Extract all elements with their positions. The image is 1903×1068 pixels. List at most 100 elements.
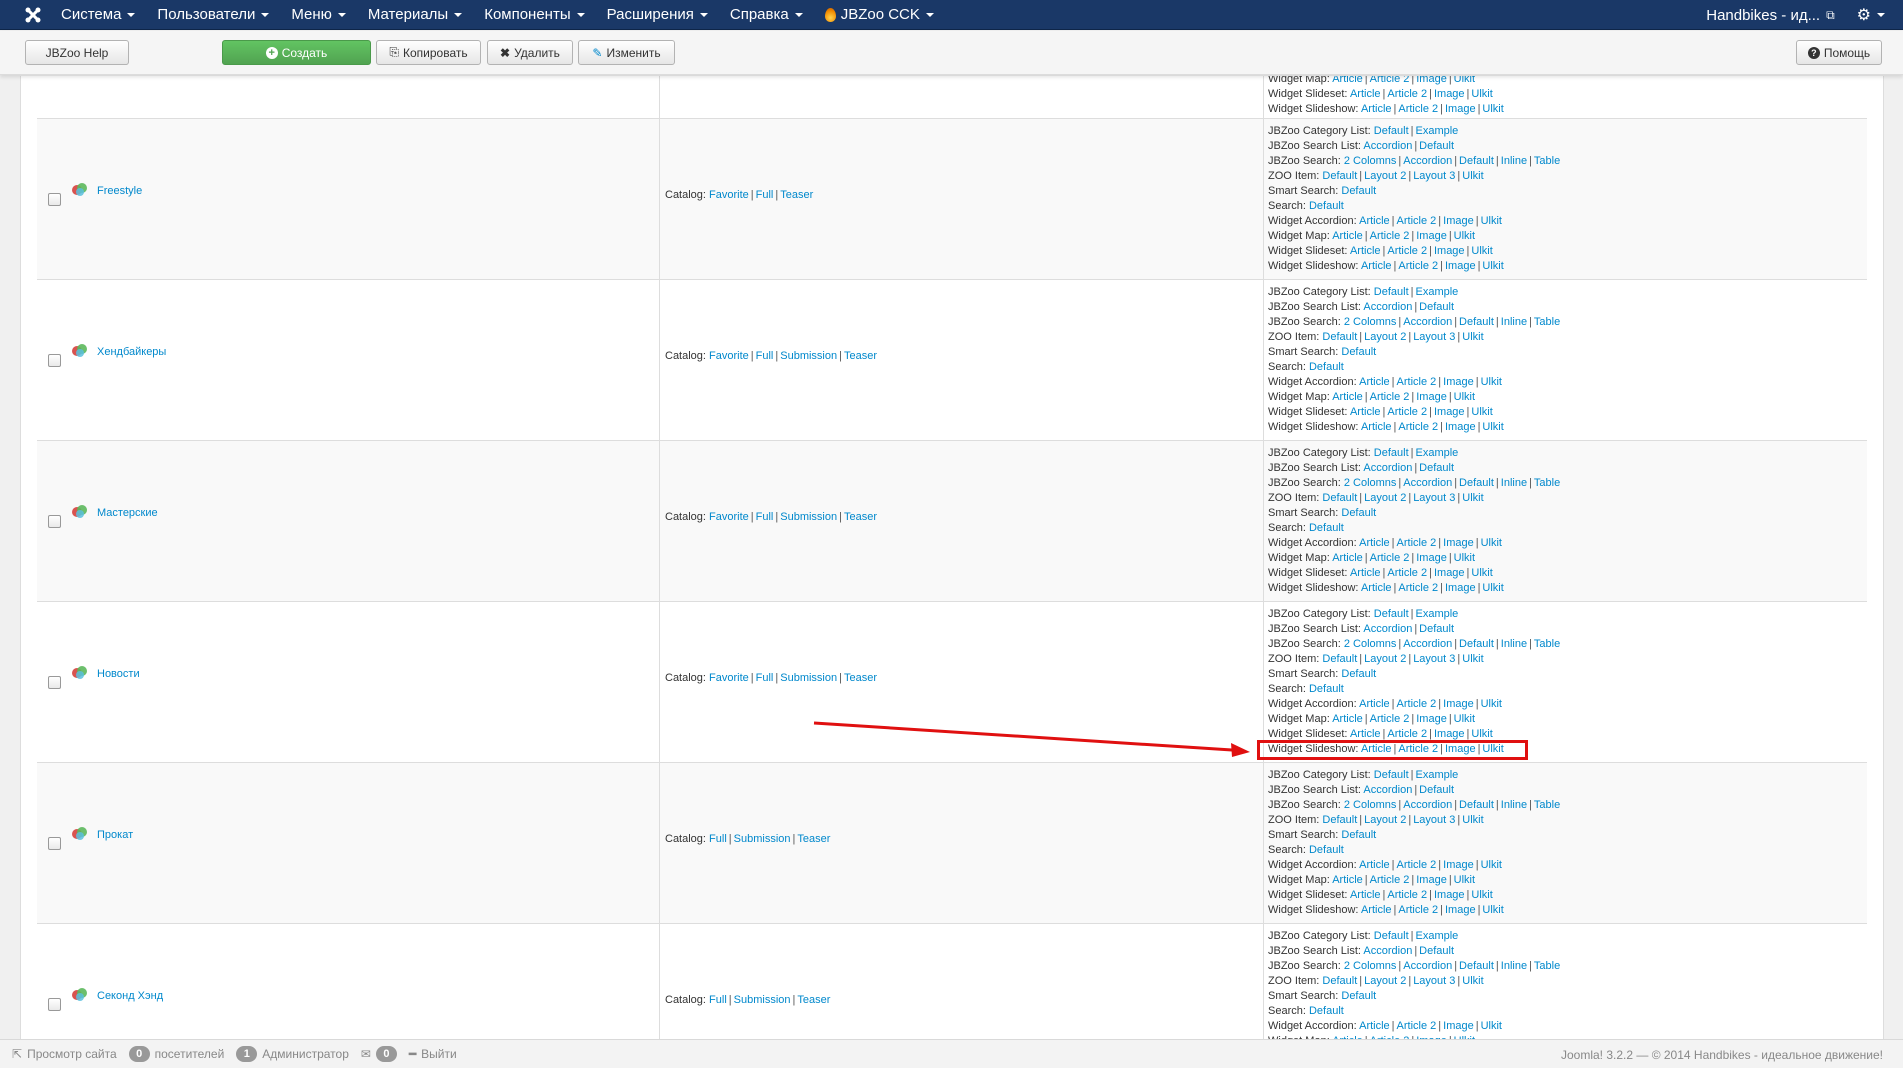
layout-link[interactable]: Inline <box>1501 638 1527 650</box>
layout-link[interactable]: Ulkit <box>1462 975 1483 987</box>
layout-link[interactable]: Ulkit <box>1462 170 1483 182</box>
layout-link[interactable]: Image <box>1443 215 1474 227</box>
layout-link[interactable]: Article <box>1359 698 1390 710</box>
layout-link[interactable]: Ulkit <box>1471 88 1492 100</box>
layout-link[interactable]: Image <box>1434 406 1465 418</box>
logout-link[interactable]: ━ Выйти <box>409 1047 457 1061</box>
layout-link[interactable]: Image <box>1434 889 1465 901</box>
layout-link[interactable]: Default <box>1341 185 1376 197</box>
layout-link[interactable]: Ulkit <box>1482 103 1503 115</box>
layout-link[interactable]: Default <box>1341 990 1376 1002</box>
layout-link[interactable]: Default <box>1419 784 1454 796</box>
layout-link[interactable]: Default <box>1374 125 1409 137</box>
layout-link[interactable]: Article <box>1359 859 1390 871</box>
menu-system[interactable]: Система <box>50 0 146 30</box>
layout-link[interactable]: Ulkit <box>1481 698 1502 710</box>
layout-link[interactable]: Article 2 <box>1387 567 1427 579</box>
catalog-link[interactable]: Favorite <box>709 511 749 523</box>
layout-link[interactable]: 2 Colomns <box>1344 960 1397 972</box>
layout-link[interactable]: Default <box>1459 477 1494 489</box>
layout-link[interactable]: Accordion <box>1363 623 1412 635</box>
layout-link[interactable]: Article 2 <box>1387 245 1427 257</box>
layout-link[interactable]: Layout 3 <box>1413 492 1455 504</box>
layout-link[interactable]: Ulkit <box>1482 260 1503 272</box>
layout-link[interactable]: Inline <box>1501 155 1527 167</box>
layout-link[interactable]: Article <box>1359 1020 1390 1032</box>
layout-link[interactable]: Default <box>1322 331 1357 343</box>
catalog-link[interactable]: Submission <box>734 994 791 1006</box>
catalog-link[interactable]: Full <box>709 994 727 1006</box>
layout-link[interactable]: Layout 2 <box>1364 492 1406 504</box>
layout-link[interactable]: Table <box>1534 155 1560 167</box>
layout-link[interactable]: Article 2 <box>1370 76 1410 85</box>
menu-content[interactable]: Материалы <box>357 0 473 30</box>
layout-link[interactable]: Article <box>1332 76 1363 85</box>
layout-link[interactable]: Article 2 <box>1398 904 1438 916</box>
layout-link[interactable]: Image <box>1434 245 1465 257</box>
catalog-link[interactable]: Full <box>756 189 774 201</box>
layout-link[interactable]: Layout 3 <box>1413 331 1455 343</box>
catalog-link[interactable]: Full <box>756 350 774 362</box>
layout-link[interactable]: Image <box>1445 582 1476 594</box>
menu-jbzoo[interactable]: JBZoo CCK <box>814 0 945 30</box>
layout-link[interactable]: Default <box>1419 140 1454 152</box>
edit-button[interactable]: ✎ Изменить <box>578 40 675 65</box>
layout-link[interactable]: Accordion <box>1403 960 1452 972</box>
layout-link[interactable]: Article 2 <box>1370 230 1410 242</box>
layout-link[interactable]: Ulkit <box>1482 743 1503 755</box>
layout-link[interactable]: Inline <box>1501 477 1527 489</box>
layout-link[interactable]: Inline <box>1501 799 1527 811</box>
layout-link[interactable]: Article 2 <box>1387 406 1427 418</box>
jbzoo-help-button[interactable]: JBZoo Help <box>25 40 129 65</box>
layout-link[interactable]: Inline <box>1501 316 1527 328</box>
layout-link[interactable]: Ulkit <box>1471 889 1492 901</box>
layout-link[interactable]: Ulkit <box>1481 1020 1502 1032</box>
layout-link[interactable]: Layout 3 <box>1413 653 1455 665</box>
settings-menu[interactable]: ⚙ <box>1846 0 1903 30</box>
layout-link[interactable]: Default <box>1419 462 1454 474</box>
category-name-link[interactable]: Freestyle <box>97 185 142 197</box>
layout-link[interactable]: Default <box>1322 492 1357 504</box>
joomla-logo-icon[interactable] <box>16 0 50 30</box>
layout-link[interactable]: Article 2 <box>1398 103 1438 115</box>
category-name-link[interactable]: Мастерские <box>97 507 158 519</box>
layout-link[interactable]: Image <box>1416 230 1447 242</box>
layout-link[interactable]: Ulkit <box>1481 215 1502 227</box>
catalog-link[interactable]: Favorite <box>709 672 749 684</box>
layout-link[interactable]: Layout 2 <box>1364 331 1406 343</box>
layout-link[interactable]: Image <box>1416 874 1447 886</box>
layout-link[interactable]: Image <box>1445 743 1476 755</box>
layout-link[interactable]: Default <box>1309 844 1344 856</box>
layout-link[interactable]: Ulkit <box>1454 552 1475 564</box>
layout-link[interactable]: Ulkit <box>1454 76 1475 85</box>
layout-link[interactable]: Default <box>1322 814 1357 826</box>
help-button[interactable]: ? Помощь <box>1796 40 1882 65</box>
layout-link[interactable]: Accordion <box>1403 316 1452 328</box>
layout-link[interactable]: Image <box>1445 260 1476 272</box>
layout-link[interactable]: Default <box>1309 683 1344 695</box>
layout-link[interactable]: Layout 3 <box>1413 975 1455 987</box>
layout-link[interactable]: Accordion <box>1363 945 1412 957</box>
layout-link[interactable]: Default <box>1309 361 1344 373</box>
messages-status[interactable]: ✉ 0 <box>361 1046 397 1062</box>
layout-link[interactable]: Ulkit <box>1462 814 1483 826</box>
menu-users[interactable]: Пользователи <box>146 0 280 30</box>
catalog-link[interactable]: Full <box>756 672 774 684</box>
layout-link[interactable]: Example <box>1416 125 1459 137</box>
layout-link[interactable]: Accordion <box>1363 784 1412 796</box>
view-site-link[interactable]: Handbikes - ид... ⧉ <box>1695 0 1845 30</box>
catalog-link[interactable]: Submission <box>780 350 837 362</box>
layout-link[interactable]: Default <box>1341 668 1376 680</box>
copy-button[interactable]: ⎘ Копировать <box>376 40 481 65</box>
layout-link[interactable]: Layout 3 <box>1413 814 1455 826</box>
menu-menus[interactable]: Меню <box>280 0 357 30</box>
layout-link[interactable]: Article <box>1350 406 1381 418</box>
layout-link[interactable]: Image <box>1443 376 1474 388</box>
layout-link[interactable]: Default <box>1459 960 1494 972</box>
layout-link[interactable]: Article 2 <box>1387 728 1427 740</box>
layout-link[interactable]: Ulkit <box>1482 904 1503 916</box>
row-checkbox[interactable] <box>48 515 61 528</box>
layout-link[interactable]: Article <box>1350 889 1381 901</box>
layout-link[interactable]: Accordion <box>1403 638 1452 650</box>
layout-link[interactable]: Example <box>1416 447 1459 459</box>
